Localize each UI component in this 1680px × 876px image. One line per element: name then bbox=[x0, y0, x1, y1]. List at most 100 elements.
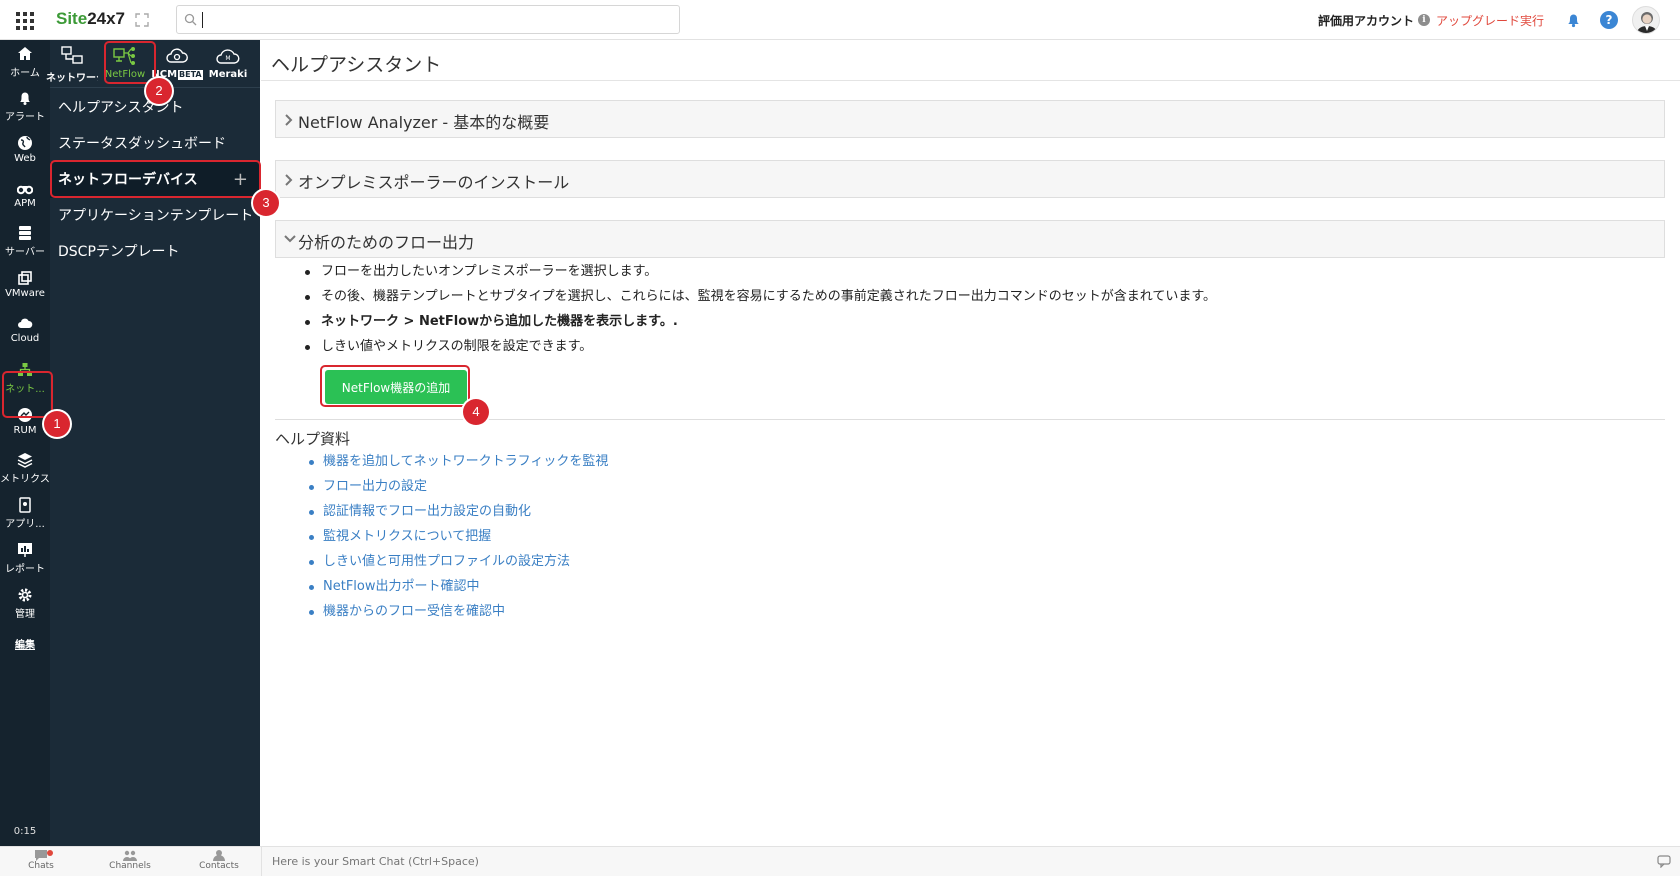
help-link[interactable]: 認証情報でフロー出力設定の自動化 bbox=[323, 504, 531, 519]
chat-bubble-icon[interactable] bbox=[1657, 855, 1671, 868]
help-link[interactable]: 監視メトリクスについて把握 bbox=[323, 529, 491, 544]
menu-netflow-devices-label: ネットフローデバイス bbox=[58, 172, 198, 188]
menu-netflow-devices[interactable]: ネットフローデバイス + bbox=[50, 162, 260, 198]
nav-apm[interactable]: APM bbox=[0, 176, 50, 222]
help-link[interactable]: NetFlow出力ポート確認中 bbox=[323, 579, 480, 594]
main-content: ヘルプアシスタント NetFlow Analyzer - 基本的な概要 オンプレ… bbox=[261, 40, 1680, 846]
smart-chat-input[interactable] bbox=[262, 847, 1642, 875]
contacts-button[interactable]: Contacts bbox=[189, 849, 249, 871]
report-icon bbox=[18, 543, 32, 557]
nav-web[interactable]: Web bbox=[0, 131, 50, 177]
cloud-icon bbox=[18, 318, 33, 328]
contacts-label: Contacts bbox=[199, 861, 239, 871]
menu-status-dashboard-label: ステータスダッシュボード bbox=[58, 136, 226, 152]
contacts-icon bbox=[213, 850, 225, 861]
apps-grid-icon[interactable] bbox=[16, 12, 34, 30]
globe-icon bbox=[18, 136, 32, 150]
session-time: 0:15 bbox=[13, 826, 37, 837]
nav-network[interactable]: ネット... bbox=[0, 358, 50, 404]
list-item: 機器を追加してネットワークトラフィックを監視 bbox=[309, 452, 608, 477]
step-badge-1: 1 bbox=[44, 411, 70, 437]
fullscreen-icon[interactable] bbox=[135, 13, 149, 27]
info-icon[interactable]: i bbox=[1418, 14, 1430, 26]
nav-edit[interactable]: 編集 bbox=[0, 614, 50, 660]
rum-icon bbox=[18, 408, 32, 422]
netflow-menu: ヘルプアシスタント ステータスダッシュボード ネットフローデバイス + アプリケー… bbox=[50, 90, 260, 270]
flow-export-steps: フローを出力したいオンプレミスポーラーを選択します。 その後、機器テンプレートと… bbox=[305, 262, 1665, 362]
nav-web-label: Web bbox=[14, 153, 36, 164]
avatar[interactable] bbox=[1632, 6, 1660, 34]
upgrade-link[interactable]: アップグレード実行 bbox=[1436, 12, 1544, 29]
nav-apm-label: APM bbox=[14, 198, 36, 209]
tab-netflow[interactable]: NetFlow bbox=[103, 42, 147, 86]
nav-reports[interactable]: レポート bbox=[0, 538, 50, 584]
layers-icon bbox=[17, 453, 33, 468]
nav-apps[interactable]: アプリ... bbox=[0, 493, 50, 539]
nav-metrics[interactable]: メトリクス bbox=[0, 448, 50, 494]
app-window: Site24x7 評価用アカウント i アップグレード実行 ? ホーム アラート… bbox=[0, 0, 1680, 876]
nav-apps-label: アプリ... bbox=[5, 519, 45, 530]
accordion-title: 分析のためのフロー出力 bbox=[298, 233, 475, 252]
nav-server[interactable]: サーバー bbox=[0, 221, 50, 267]
menu-dscp-templates[interactable]: DSCPテンプレート bbox=[50, 234, 260, 270]
search-box[interactable] bbox=[176, 5, 680, 34]
notification-icon[interactable] bbox=[1565, 12, 1581, 28]
nav-cloud-label: Cloud bbox=[10, 333, 40, 344]
network-devices-icon bbox=[61, 46, 83, 64]
home-icon bbox=[18, 47, 32, 60]
unread-dot bbox=[47, 850, 53, 856]
nav-alerts[interactable]: アラート bbox=[0, 86, 50, 132]
accordion-title: NetFlow Analyzer - 基本的な概要 bbox=[298, 113, 550, 132]
help-icon[interactable]: ? bbox=[1600, 11, 1618, 29]
accordion-flow-export[interactable]: 分析のためのフロー出力 bbox=[275, 220, 1665, 258]
tab-netflow-label: NetFlow bbox=[104, 69, 146, 80]
nav-network-label: ネット... bbox=[5, 384, 45, 395]
list-item: しきい値と可用性プロファイルの設定方法 bbox=[309, 552, 608, 577]
meraki-icon: M bbox=[216, 49, 240, 64]
nav-rum[interactable]: RUM bbox=[0, 403, 50, 449]
nav-rum-label: RUM bbox=[13, 425, 37, 436]
nav-home[interactable]: ホーム bbox=[0, 42, 50, 88]
add-netflow-device-button[interactable]: NetFlow機器の追加 bbox=[325, 370, 467, 404]
accordion-poller-install[interactable]: オンプレミスポーラーのインストール bbox=[275, 160, 1665, 198]
help-link[interactable]: 機器からのフロー受信を確認中 bbox=[323, 604, 505, 619]
logo-num-text: 24x7 bbox=[87, 9, 126, 28]
list-item: NetFlow出力ポート確認中 bbox=[309, 577, 608, 602]
list-item: 監視メトリクスについて把握 bbox=[309, 527, 608, 552]
step-badge-2: 2 bbox=[146, 78, 172, 104]
list-item: しきい値やメトリクスの制限を設定できます。 bbox=[305, 337, 1665, 362]
menu-application-templates-label: アプリケーションテンプレート bbox=[58, 208, 254, 224]
network-submenu-panel: ネットワーク NetFlow NCMBETA M Meraki ヘルプアシスタン… bbox=[46, 40, 260, 846]
list-item: フローを出力したいオンプレミスポーラーを選択します。 bbox=[305, 262, 1665, 287]
menu-application-templates[interactable]: アプリケーションテンプレート bbox=[50, 198, 260, 234]
help-link[interactable]: しきい値と可用性プロファイルの設定方法 bbox=[323, 554, 570, 569]
ncm-icon bbox=[166, 48, 188, 63]
smart-chat-bar[interactable] bbox=[262, 847, 1642, 875]
svg-text:M: M bbox=[225, 55, 230, 62]
tab-network[interactable]: ネットワーク bbox=[46, 42, 98, 86]
nav-metrics-label: メトリクス bbox=[0, 474, 50, 485]
nav-cloud[interactable]: Cloud bbox=[0, 311, 50, 357]
title-divider bbox=[261, 80, 1680, 81]
list-item: 機器からのフロー受信を確認中 bbox=[309, 602, 608, 627]
netflow-icon bbox=[113, 47, 135, 65]
chats-button[interactable]: Chats bbox=[11, 849, 71, 871]
nav-vmware-label: VMware bbox=[5, 288, 45, 299]
tab-network-label: ネットワーク bbox=[46, 73, 98, 84]
tab-meraki-label: Meraki bbox=[208, 69, 248, 80]
menu-status-dashboard[interactable]: ステータスダッシュボード bbox=[50, 126, 260, 162]
search-icon bbox=[184, 13, 197, 26]
search-input[interactable] bbox=[201, 9, 671, 30]
add-device-plus-icon[interactable]: + bbox=[233, 162, 248, 198]
help-link[interactable]: フロー出力の設定 bbox=[323, 479, 427, 494]
channels-button[interactable]: Channels bbox=[100, 849, 160, 871]
server-icon bbox=[19, 226, 31, 240]
nav-home-label: ホーム bbox=[10, 68, 40, 79]
logo-site-text: Site bbox=[56, 9, 88, 28]
gear-icon bbox=[18, 588, 32, 602]
help-link[interactable]: 機器を追加してネットワークトラフィックを監視 bbox=[323, 454, 608, 469]
accordion-netflow-overview[interactable]: NetFlow Analyzer - 基本的な概要 bbox=[275, 100, 1665, 138]
site24x7-logo[interactable]: Site24x7 bbox=[56, 9, 125, 29]
nav-vmware[interactable]: VMware bbox=[0, 266, 50, 312]
tab-meraki[interactable]: M Meraki bbox=[206, 42, 250, 86]
